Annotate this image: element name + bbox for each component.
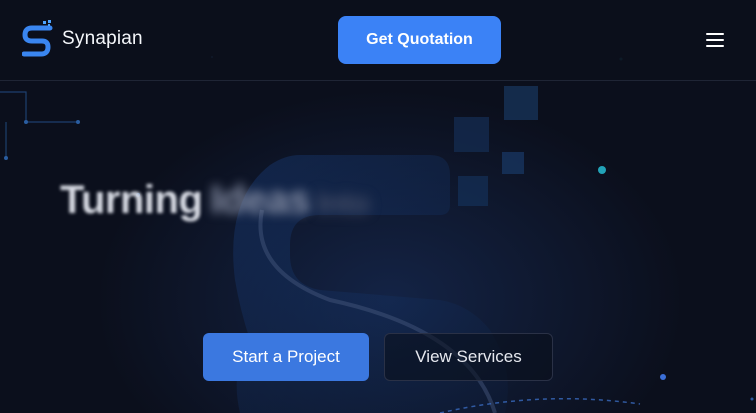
headline-word-1: Turning [60,178,203,222]
brand-name: Synapian [62,28,143,49]
page-background: Synapian Get Quotation Turning Ideas Into … [0,0,756,413]
hamburger-menu-icon[interactable] [704,30,728,50]
get-quotation-button[interactable]: Get Quotation [338,16,501,64]
top-navbar: Synapian Get Quotation [0,0,756,81]
circuit-lines [0,91,78,158]
synapian-s-logo-icon [22,20,53,57]
view-services-button[interactable]: View Services [384,333,553,381]
start-project-button[interactable]: Start a Project [203,333,369,381]
hero-headline: Turning Ideas Into [60,178,370,223]
teal-dot [598,166,606,174]
headline-word-3: Into [316,187,370,220]
floating-squares [454,86,538,206]
brand[interactable]: Synapian [22,20,143,58]
headline-word-2: Ideas [210,178,311,222]
